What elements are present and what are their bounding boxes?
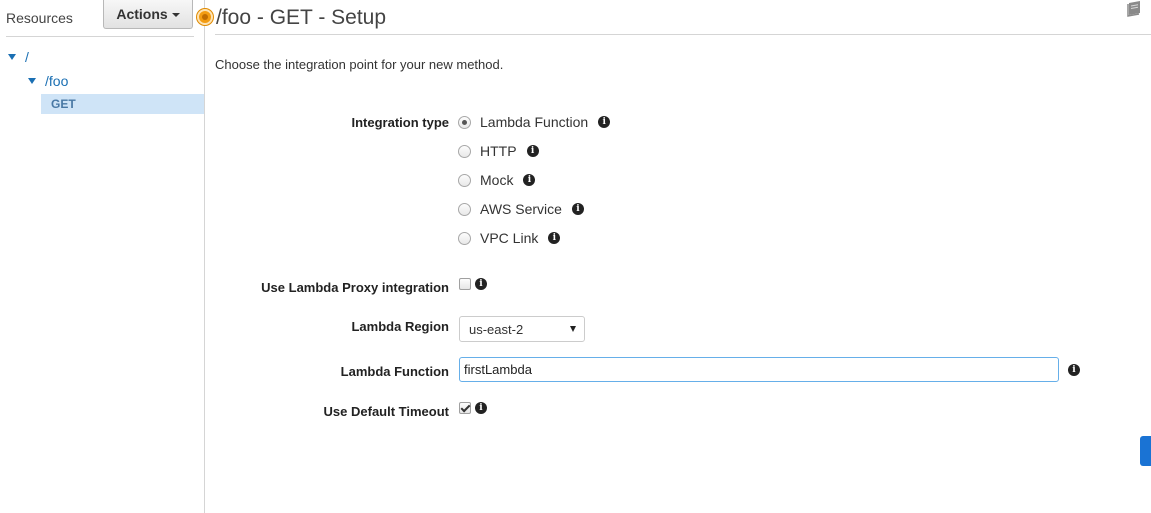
proxy-integration-checkbox[interactable] bbox=[459, 278, 471, 290]
radio-lambda-function[interactable]: Lambda Function i bbox=[458, 114, 611, 130]
caret-down-icon[interactable] bbox=[8, 54, 16, 60]
radio-vpc-link[interactable]: VPC Link i bbox=[458, 230, 561, 246]
tree-item-foo[interactable]: /foo bbox=[28, 73, 68, 89]
info-icon[interactable]: i bbox=[523, 174, 536, 186]
radio-button[interactable] bbox=[458, 231, 471, 245]
tree-item-get-method[interactable]: GET bbox=[41, 94, 204, 114]
tree-item-label: /foo bbox=[45, 73, 69, 89]
info-icon[interactable]: i bbox=[475, 278, 487, 290]
resources-title: Resources bbox=[6, 10, 73, 26]
info-icon[interactable]: i bbox=[598, 116, 611, 128]
status-indicator-icon bbox=[197, 9, 213, 25]
default-timeout-label: Use Default Timeout bbox=[323, 404, 449, 419]
divider bbox=[6, 36, 194, 37]
radio-aws-service[interactable]: AWS Service i bbox=[458, 201, 584, 217]
radio-http[interactable]: HTTP i bbox=[458, 143, 539, 159]
intro-text: Choose the integration point for your ne… bbox=[215, 57, 504, 72]
actions-button[interactable]: Actions bbox=[103, 0, 193, 29]
divider bbox=[215, 34, 1151, 35]
info-icon[interactable]: i bbox=[526, 145, 539, 157]
save-button[interactable] bbox=[1140, 436, 1151, 466]
radio-button[interactable] bbox=[458, 202, 471, 216]
info-icon[interactable]: i bbox=[571, 203, 584, 215]
default-timeout-control: i bbox=[459, 402, 487, 414]
lambda-region-value: us-east-2 bbox=[469, 321, 524, 337]
tree-item-root[interactable]: / bbox=[8, 49, 29, 65]
radio-label: Lambda Function bbox=[480, 114, 589, 130]
caret-down-icon bbox=[171, 12, 180, 17]
radio-label: Mock bbox=[480, 172, 514, 188]
book-icon[interactable] bbox=[1125, 0, 1143, 18]
radio-button[interactable] bbox=[458, 115, 471, 129]
tree-item-label: / bbox=[25, 49, 29, 65]
info-icon[interactable]: i bbox=[1068, 364, 1080, 376]
integration-type-label: Integration type bbox=[351, 115, 449, 130]
proxy-integration-label: Use Lambda Proxy integration bbox=[261, 280, 449, 295]
radio-label: VPC Link bbox=[480, 230, 539, 246]
default-timeout-checkbox[interactable] bbox=[459, 402, 471, 414]
caret-down-icon bbox=[570, 326, 576, 332]
info-icon[interactable]: i bbox=[475, 402, 487, 414]
radio-label: AWS Service bbox=[480, 201, 562, 217]
radio-mock[interactable]: Mock i bbox=[458, 172, 536, 188]
proxy-integration-control: i bbox=[459, 278, 487, 290]
lambda-region-select[interactable]: us-east-2 bbox=[459, 316, 585, 342]
page-title: /foo - GET - Setup bbox=[216, 6, 387, 29]
info-icon[interactable]: i bbox=[548, 232, 561, 244]
caret-down-icon[interactable] bbox=[28, 78, 36, 84]
actions-label: Actions bbox=[116, 6, 168, 22]
radio-button[interactable] bbox=[458, 144, 471, 158]
lambda-function-label: Lambda Function bbox=[340, 364, 449, 379]
radio-label: HTTP bbox=[480, 143, 517, 159]
radio-button[interactable] bbox=[458, 173, 471, 187]
resources-panel: Resources Actions / /foo GET bbox=[0, 0, 205, 513]
lambda-function-input[interactable] bbox=[459, 357, 1059, 382]
lambda-region-label: Lambda Region bbox=[351, 319, 449, 334]
